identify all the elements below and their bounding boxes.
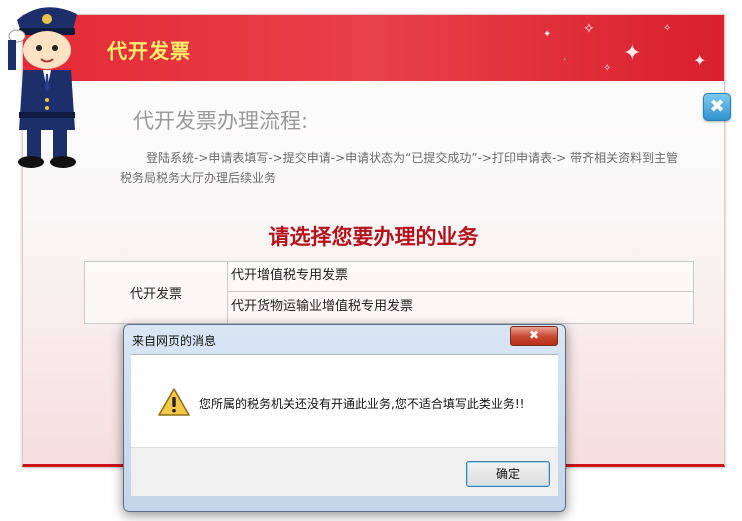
police-mascot-icon: [8, 7, 77, 168]
panel-header: ✦ ✧ ✦ ✧ ✦ · ✧ 代开发票: [23, 15, 724, 81]
dialog-body: 您所属的税务机关还没有开通此业务,您不适合填写此类业务!!: [131, 354, 558, 448]
business-option-freight-vat-invoice[interactable]: 代开货物运输业增值税专用发票: [228, 293, 693, 323]
business-option-vat-invoice[interactable]: 代开增值税专用发票: [228, 262, 693, 292]
business-table: 代开发票 代开增值税专用发票 代开货物运输业增值税专用发票: [84, 261, 694, 324]
sparkle-icon: ✦: [623, 41, 642, 66]
sparkle-icon: ✧: [603, 63, 612, 74]
dialog-message: 您所属的税务机关还没有开通此业务,您不适合填写此类业务!!: [199, 397, 525, 411]
alert-dialog: 来自网页的消息 ✖ 您所属的税务机关还没有开通此业务,您不适合填写此类业务!! …: [123, 324, 566, 512]
process-description: 登陆系统->申请表填写->提交申请->申请状态为“已提交成功”->打印申请表->…: [120, 151, 679, 185]
sparkle-icon: ✧: [663, 23, 672, 34]
close-x-icon: ✖: [709, 96, 725, 117]
business-category-cell: 代开发票: [85, 262, 228, 323]
dialog-footer: 确定: [131, 447, 558, 496]
close-icon: ✖: [528, 328, 540, 342]
select-business-heading: 请选择您要办理的业务: [268, 225, 479, 249]
dialog-title: 来自网页的消息: [132, 334, 217, 348]
process-title: 代开发票办理流程:: [133, 109, 309, 133]
ok-button[interactable]: 确定: [466, 461, 550, 487]
sparkle-icon: ✦: [543, 29, 552, 40]
sparkle-icon: ✧: [583, 21, 595, 37]
sparkle-icon: ✦: [693, 51, 707, 70]
warning-icon: [158, 388, 190, 416]
sparkle-icon: ·: [563, 55, 567, 66]
dialog-close-button[interactable]: ✖: [510, 326, 558, 346]
panel-title: 代开发票: [107, 39, 191, 63]
panel-close-button[interactable]: ✖: [703, 93, 731, 121]
